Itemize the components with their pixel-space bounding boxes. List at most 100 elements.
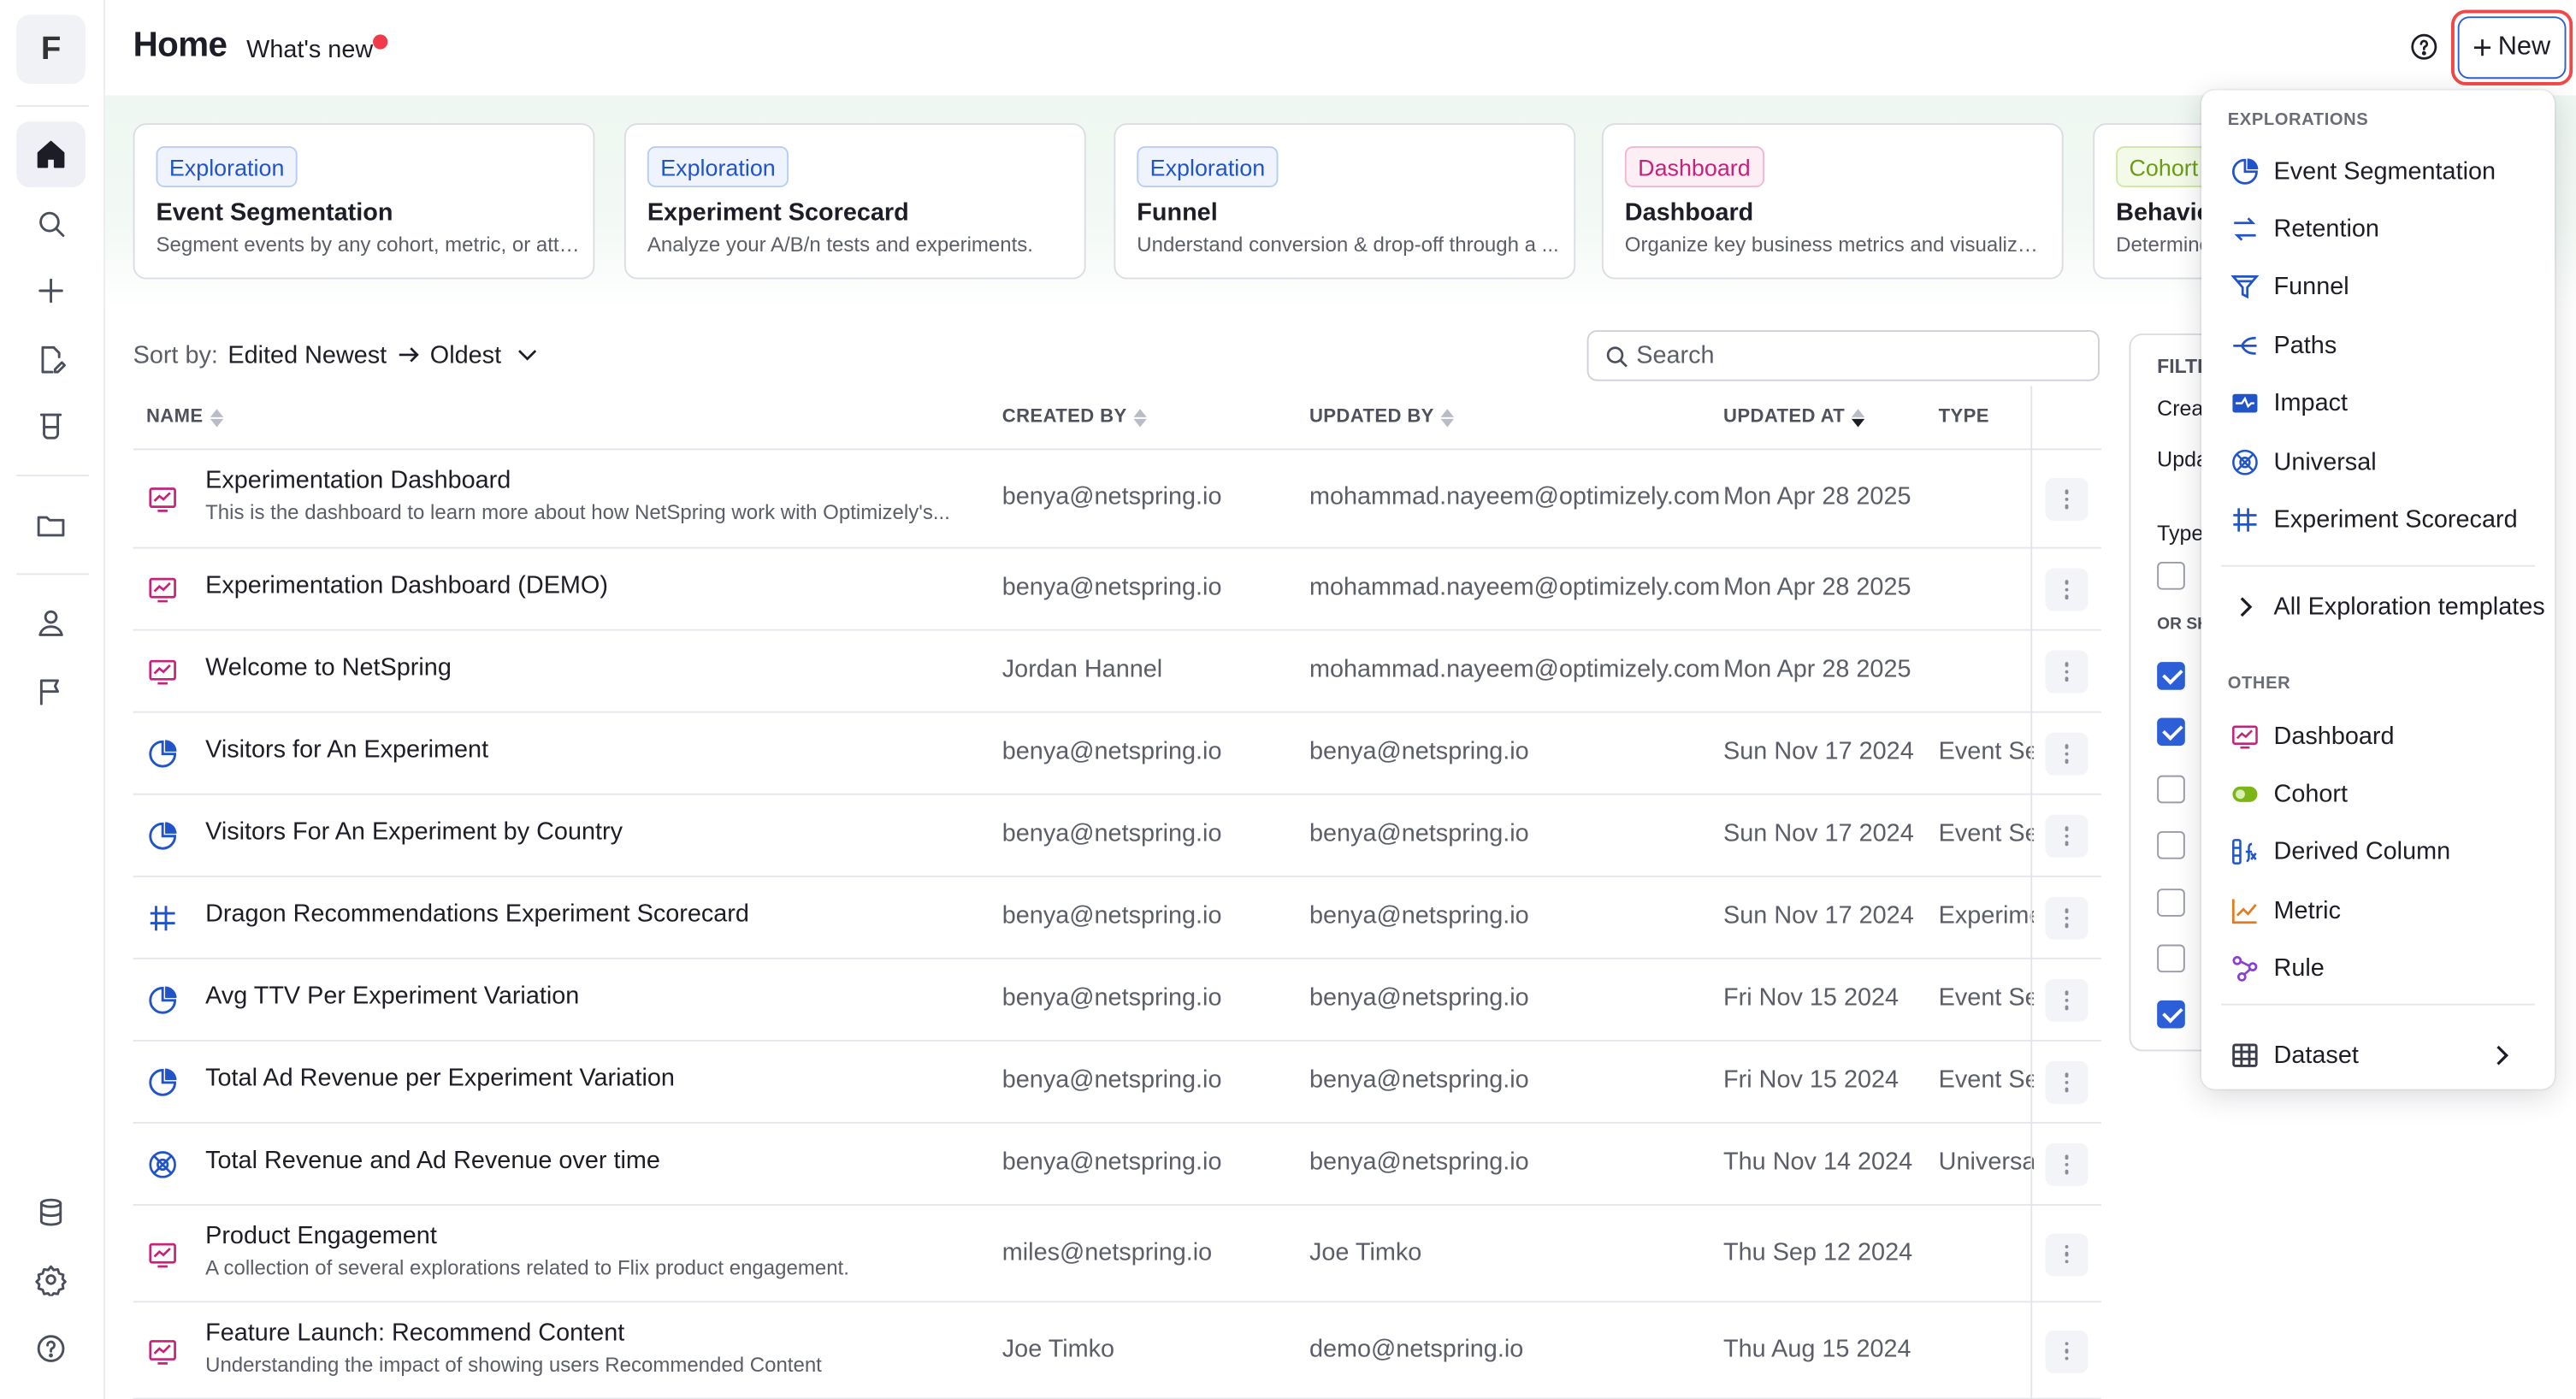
table-row[interactable]: Total Ad Revenue per Experiment Variatio…: [133, 1042, 2101, 1124]
menu-item-paths[interactable]: Paths: [2201, 319, 2555, 371]
template-card[interactable]: Exploration Event Segmentation Segment e…: [133, 123, 595, 280]
cohort-icon: [2232, 786, 2258, 802]
menu-item-universal[interactable]: Universal: [2201, 435, 2555, 487]
filter-checkbox[interactable]: [2157, 561, 2185, 590]
rail-divider: [16, 573, 89, 576]
sort-control[interactable]: Sort by: Edited Newest Oldest: [133, 342, 538, 369]
menu-item-scorecard[interactable]: Experiment Scorecard: [2201, 493, 2555, 546]
menu-item-all-templates[interactable]: All Exploration templates: [2201, 580, 2555, 632]
row-updated-by: demo@netspring.io: [1309, 1334, 1524, 1363]
column-header-type[interactable]: TYPE: [1939, 407, 1989, 427]
row-name[interactable]: Avg TTV Per Experiment Variation: [205, 983, 579, 1011]
column-header-name[interactable]: NAME: [146, 407, 223, 427]
table-row[interactable]: Product Engagement A collection of severa…: [133, 1206, 2101, 1303]
create-nav-button[interactable]: [16, 258, 86, 324]
row-actions-button[interactable]: [2045, 568, 2089, 611]
row-type: Event Segmentation: [1938, 983, 2034, 1012]
template-card[interactable]: Exploration Funnel Understand conversion…: [1114, 123, 1576, 280]
row-actions-button[interactable]: [2045, 814, 2089, 858]
template-card[interactable]: Exploration Experiment Scorecard Analyze…: [623, 123, 1086, 280]
experiments-nav-button[interactable]: [16, 394, 86, 460]
filter-checkbox[interactable]: [2157, 775, 2185, 804]
table-row[interactable]: Experimentation Dashboard (DEMO) benya@ne…: [133, 549, 2101, 631]
row-updated-by: mohammad.nayeem@optimizely.com: [1309, 655, 1721, 684]
row-name[interactable]: Dragon Recommendations Experiment Scorec…: [205, 900, 749, 929]
filter-checkbox[interactable]: [2157, 830, 2185, 859]
search-input[interactable]: [1636, 332, 2080, 380]
sort-value[interactable]: Edited Newest Oldest: [227, 342, 537, 369]
row-updated-by: mohammad.nayeem@optimizely.com: [1309, 482, 1721, 511]
help-nav-button[interactable]: [16, 1316, 86, 1382]
filter-checkbox[interactable]: [2157, 1000, 2185, 1029]
row-actions-button[interactable]: [2045, 477, 2089, 521]
new-button[interactable]: New: [2457, 16, 2567, 80]
row-actions-button[interactable]: [2045, 1232, 2089, 1276]
table-row[interactable]: Total Revenue and Ad Revenue over time be…: [133, 1124, 2101, 1206]
search-nav-button[interactable]: [16, 191, 86, 257]
menu-item-rule[interactable]: Rule: [2201, 942, 2555, 995]
menu-item-metric[interactable]: Metric: [2201, 884, 2555, 936]
filter-checkbox[interactable]: [2157, 662, 2185, 690]
home-nav-button[interactable]: [16, 121, 86, 187]
row-name[interactable]: Visitors For An Experiment by Country: [205, 818, 623, 847]
column-header-updated-by[interactable]: UPDATED BY: [1309, 407, 1454, 427]
row-name[interactable]: Total Revenue and Ad Revenue over time: [205, 1147, 660, 1175]
menu-item-funnel[interactable]: Funnel: [2201, 261, 2555, 313]
menu-item-retention[interactable]: Retention: [2201, 203, 2555, 255]
users-nav-button[interactable]: [16, 590, 86, 656]
whats-new-link[interactable]: What's new: [246, 36, 373, 64]
filter-checkbox[interactable]: [2157, 944, 2185, 973]
row-actions-button[interactable]: [2045, 732, 2089, 776]
flags-nav-button[interactable]: [16, 658, 86, 724]
table-row[interactable]: Visitors for An Experiment benya@netsprin…: [133, 713, 2101, 795]
row-actions-button[interactable]: [2045, 1142, 2089, 1186]
table-row[interactable]: Dragon Recommendations Experiment Scorec…: [133, 877, 2101, 959]
app-logo[interactable]: F: [16, 15, 86, 84]
menu-item-impact[interactable]: Impact: [2201, 377, 2555, 429]
table-row[interactable]: Welcome to NetSpring Jordan Hannel mohamma…: [133, 631, 2101, 713]
folder-icon: [37, 516, 65, 537]
search-box[interactable]: [1586, 330, 2100, 381]
segmentation-icon: [149, 822, 177, 850]
segmentation-icon: [149, 740, 177, 768]
filter-checkbox[interactable]: [2157, 888, 2185, 917]
help-icon[interactable]: [2410, 32, 2438, 61]
row-actions-button[interactable]: [2045, 978, 2089, 1022]
table-row[interactable]: Feature Launch: Recommend Content Underst…: [133, 1302, 2101, 1399]
row-name[interactable]: Experimentation Dashboard: [205, 467, 511, 495]
row-name[interactable]: Product Engagement: [205, 1221, 437, 1249]
drafts-nav-button[interactable]: [16, 327, 86, 393]
dashboard-icon: [2232, 724, 2258, 748]
row-name[interactable]: Feature Launch: Recommend Content: [205, 1319, 624, 1347]
template-card[interactable]: Dashboard Dashboard Organize key busines…: [1601, 123, 2064, 280]
column-header-created-by[interactable]: CREATED BY: [1002, 407, 1147, 427]
row-updated-at: Fri Nov 15 2024: [1723, 983, 1900, 1012]
table-row[interactable]: Experimentation Dashboard This is the das…: [133, 450, 2101, 549]
table-row[interactable]: Visitors For An Experiment by Country ben…: [133, 795, 2101, 877]
row-actions-button[interactable]: [2045, 1329, 2089, 1372]
row-created-by: benya@netspring.io: [1001, 819, 1222, 848]
table-row[interactable]: Avg TTV Per Experiment Variation benya@ne…: [133, 959, 2101, 1042]
menu-item-segmentation[interactable]: Event Segmentation: [2201, 145, 2555, 197]
row-actions-button[interactable]: [2045, 1060, 2089, 1104]
menu-item-dataset[interactable]: Dataset: [2201, 1028, 2555, 1080]
row-name[interactable]: Welcome to NetSpring: [205, 654, 452, 682]
row-name[interactable]: Visitors for An Experiment: [205, 736, 488, 764]
menu-item-derived-column[interactable]: Derived Column: [2201, 826, 2555, 878]
row-type: Event Segmentation: [1938, 1065, 2034, 1095]
row-name[interactable]: Total Ad Revenue per Experiment Variatio…: [205, 1065, 675, 1093]
menu-item-dashboard[interactable]: Dashboard: [2201, 710, 2555, 762]
data-nav-button[interactable]: [16, 1179, 86, 1245]
settings-nav-button[interactable]: [16, 1247, 86, 1313]
menu-item-cohort[interactable]: Cohort: [2201, 768, 2555, 820]
column-header-updated-at[interactable]: UPDATED AT: [1723, 407, 1865, 427]
row-name[interactable]: Experimentation Dashboard (DEMO): [205, 571, 608, 599]
row-updated-at: Sun Nov 17 2024: [1723, 819, 1914, 848]
row-actions-button[interactable]: [2045, 896, 2089, 940]
row-actions-button[interactable]: [2045, 650, 2089, 694]
filter-checkbox[interactable]: [2157, 717, 2185, 747]
folders-nav-button[interactable]: [16, 493, 86, 558]
menu-item-label: Event Segmentation: [2273, 156, 2496, 186]
row-created-by: miles@netspring.io: [1001, 1237, 1213, 1266]
sort-icon: [210, 408, 223, 427]
